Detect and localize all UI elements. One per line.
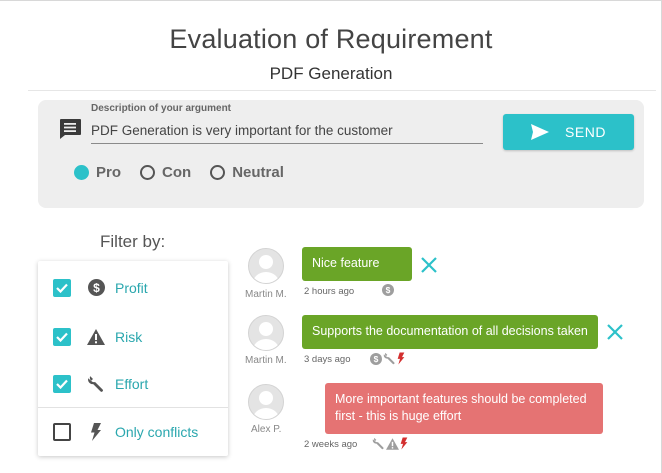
page-title: Evaluation of Requirement	[169, 24, 493, 54]
user-silhouette-icon	[253, 322, 279, 350]
radio-selected-indicator	[74, 165, 89, 180]
argument-type-group: Pro Con Neutral	[74, 164, 303, 181]
checkbox-checked[interactable]	[53, 278, 71, 297]
warning-icon	[386, 437, 399, 450]
argument-bubble-pro[interactable]: Supports the documentation of all decisi…	[302, 315, 598, 349]
check-icon	[56, 379, 68, 389]
wrench-icon	[87, 375, 105, 393]
send-button[interactable]: SEND	[503, 114, 634, 150]
argument-bubble-pro[interactable]: Nice feature	[302, 247, 412, 281]
lightning-icon	[397, 352, 405, 365]
filter-effort[interactable]: Effort	[38, 359, 228, 408]
check-icon	[56, 332, 68, 342]
svg-text:$: $	[93, 281, 100, 295]
argument-tags: $	[382, 284, 394, 296]
wrench-icon	[372, 437, 384, 450]
argument-author: Martin M.	[245, 289, 287, 300]
checkbox-checked[interactable]	[53, 374, 71, 393]
dollar-icon: $	[382, 284, 394, 296]
filter-risk[interactable]: Risk	[38, 312, 228, 361]
requirement-name: PDF Generation	[269, 64, 393, 83]
argument-text: Nice feature	[312, 256, 380, 270]
filter-only-conflicts[interactable]: Only conflicts	[38, 407, 228, 456]
user-silhouette-icon	[253, 391, 279, 419]
send-icon	[531, 124, 550, 140]
radio-pro[interactable]: Pro	[74, 164, 121, 181]
argument-timestamp: 2 weeks ago	[304, 439, 358, 450]
user-silhouette-icon	[253, 255, 279, 283]
filter-profit-label: Profit	[115, 279, 148, 296]
argument-timestamp: 3 days ago	[304, 354, 351, 365]
lightning-icon	[400, 437, 408, 450]
remove-argument-icon[interactable]	[420, 256, 438, 274]
header-divider	[28, 90, 656, 91]
remove-argument-icon[interactable]	[606, 323, 624, 341]
avatar	[248, 248, 284, 284]
argument-tags	[372, 437, 408, 450]
argument-description-input[interactable]	[91, 118, 483, 144]
argument-bubble-con[interactable]: More important features should be comple…	[325, 383, 603, 434]
radio-indicator	[210, 165, 226, 180]
checkbox-checked[interactable]	[53, 327, 71, 346]
radio-con[interactable]: Con	[140, 164, 191, 181]
filter-profit[interactable]: $ Profit	[38, 263, 228, 312]
avatar	[248, 315, 284, 351]
filter-title: Filter by:	[100, 232, 166, 251]
argument-form: Description of your argument SEND Pro Co…	[38, 100, 644, 208]
description-label: Description of your argument	[91, 103, 232, 114]
lightning-icon	[87, 423, 105, 441]
avatar	[248, 384, 284, 420]
argument-tags: $	[370, 352, 405, 365]
radio-pro-label: Pro	[96, 164, 122, 181]
wrench-icon	[383, 352, 395, 365]
radio-con-label: Con	[162, 164, 192, 181]
checkbox-unchecked[interactable]	[53, 423, 71, 441]
dollar-icon: $	[87, 279, 105, 297]
argument-author: Martin M.	[245, 355, 287, 366]
argument-text: Supports the documentation of all decisi…	[312, 324, 588, 338]
send-button-label: SEND	[565, 124, 606, 140]
argument-timestamp: 2 hours ago	[304, 286, 355, 297]
dollar-icon: $	[370, 352, 382, 365]
radio-indicator	[140, 165, 156, 180]
argument-author: Alex P.	[251, 424, 282, 435]
svg-text:$: $	[374, 354, 379, 364]
comment-icon	[60, 119, 81, 139]
svg-text:$: $	[386, 285, 391, 295]
radio-neutral[interactable]: Neutral	[210, 164, 284, 181]
warning-icon	[87, 328, 105, 346]
check-icon	[56, 283, 68, 293]
filter-risk-label: Risk	[115, 328, 143, 345]
argument-text: More important features should be comple…	[335, 392, 587, 423]
filter-only-conflicts-label: Only conflicts	[115, 424, 199, 440]
filter-panel: $ Profit Risk Effort Only conflicts	[38, 261, 228, 456]
filter-effort-label: Effort	[115, 375, 149, 392]
radio-neutral-label: Neutral	[232, 164, 284, 181]
